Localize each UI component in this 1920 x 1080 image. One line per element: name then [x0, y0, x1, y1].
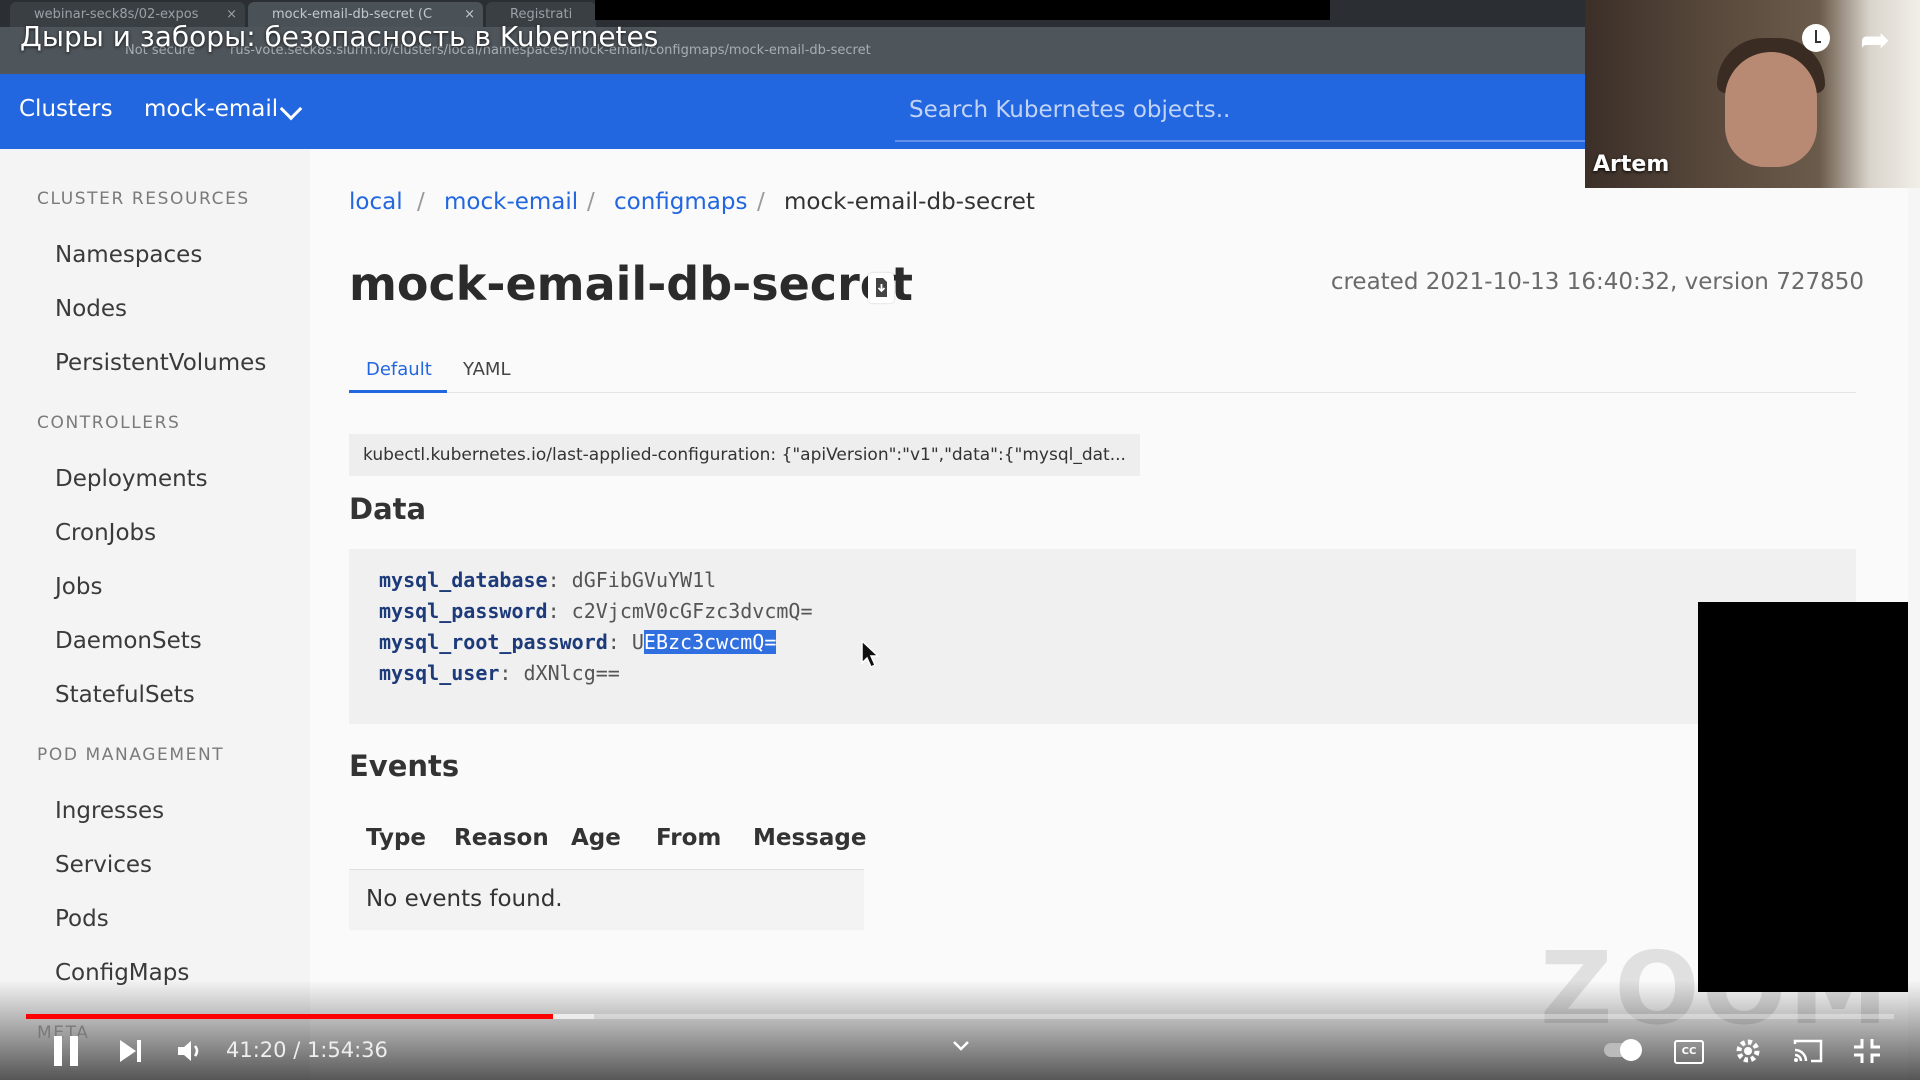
settings-icon[interactable] [1733, 1036, 1763, 1066]
data-value[interactable]: U [632, 630, 644, 654]
namespace-selector[interactable]: mock-email [144, 96, 278, 122]
data-entry: mysql_root_password: UEBzc3cwcmQ= [379, 630, 777, 654]
watch-later-icon[interactable] [1802, 24, 1830, 52]
presenter-face [1725, 52, 1817, 167]
sidebar-item-daemonsets[interactable]: DaemonSets [55, 628, 202, 654]
progress-played [26, 1014, 553, 1019]
sidebar-item-cronjobs[interactable]: CronJobs [55, 520, 156, 546]
data-value[interactable]: c2VjcmV0cGFzc3dvcmQ= [572, 599, 813, 623]
column-header-age[interactable]: Age [571, 825, 621, 851]
active-tab-indicator [349, 390, 447, 393]
breadcrumb-separator: / [587, 189, 595, 215]
breadcrumb-separator: / [757, 189, 765, 215]
clusters-link[interactable]: Clusters [19, 96, 113, 122]
events-heading: Events [349, 749, 460, 783]
sidebar-heading: CONTROLLERS [37, 413, 181, 433]
data-value[interactable]: dGFibGVuYW1l [572, 568, 717, 592]
sidebar-heading: CLUSTER RESOURCES [37, 189, 250, 209]
breadcrumb-configmaps[interactable]: configmaps [614, 189, 747, 215]
sidebar-item-namespaces[interactable]: Namespaces [55, 242, 202, 268]
app-header: Clusters mock-email [0, 74, 1585, 149]
sidebar-item-pods[interactable]: Pods [55, 906, 109, 932]
video-title[interactable]: Дыры и заборы: безопасность в Kubernetes [20, 20, 658, 53]
breadcrumb-local[interactable]: local [349, 189, 403, 215]
search-input[interactable] [907, 92, 1511, 128]
sidebar-item-jobs[interactable]: Jobs [55, 574, 102, 600]
mouse-cursor-icon [861, 639, 880, 669]
empty-message: No events found. [366, 886, 563, 912]
created-info: created 2021-10-13 16:40:32, version 727… [1330, 269, 1864, 295]
autoplay-toggle[interactable] [1604, 1039, 1642, 1061]
download-icon[interactable] [868, 273, 894, 303]
sidebar-item-ingresses[interactable]: Ingresses [55, 798, 164, 824]
data-key: mysql_root_password [379, 630, 608, 654]
tab-default[interactable]: Default [366, 359, 432, 380]
cast-icon[interactable] [1792, 1038, 1824, 1064]
column-header-reason[interactable]: Reason [454, 825, 549, 851]
events-table: Type Reason Age From Message No events f… [349, 809, 866, 930]
sidebar-item-services[interactable]: Services [55, 852, 152, 878]
data-entry: mysql_user: dXNlcg== [379, 661, 620, 685]
table-row-empty: No events found. [349, 870, 864, 930]
tabs-divider [349, 392, 1856, 393]
share-icon[interactable]: ➦ [1860, 20, 1890, 61]
data-key: mysql_password [379, 599, 548, 623]
search-box[interactable] [895, 74, 1585, 142]
annotation-chip[interactable]: kubectl.kubernetes.io/last-applied-confi… [349, 434, 1140, 476]
sidebar-item-nodes[interactable]: Nodes [55, 296, 127, 322]
data-key: mysql_database [379, 568, 548, 592]
player-controls-bg [0, 980, 1920, 1080]
captions-icon[interactable]: CC [1674, 1040, 1704, 1064]
redaction-bar [595, 0, 1330, 20]
chevron-down-icon[interactable] [279, 97, 303, 121]
sidebar-item-persistentvolumes[interactable]: PersistentVolumes [55, 350, 266, 376]
chevron-down-icon[interactable] [952, 1040, 970, 1052]
pause-icon[interactable] [54, 1036, 78, 1066]
breadcrumb-namespace[interactable]: mock-email [444, 189, 578, 215]
sidebar: CLUSTER RESOURCES Namespaces Nodes Persi… [0, 149, 310, 1080]
data-code-block: mysql_database: dGFibGVuYW1l mysql_passw… [349, 549, 1856, 724]
column-header-type[interactable]: Type [366, 825, 426, 851]
page-title: mock-email-db-secret [349, 257, 913, 311]
tab-yaml[interactable]: YAML [463, 359, 510, 380]
breadcrumb-current: mock-email-db-secret [784, 189, 1035, 215]
column-header-from[interactable]: From [656, 825, 721, 851]
sidebar-item-deployments[interactable]: Deployments [55, 466, 208, 492]
presenter-name: Artem [1593, 152, 1670, 177]
volume-icon[interactable] [176, 1037, 206, 1065]
data-value[interactable]: dXNlcg== [524, 661, 620, 685]
time-display: 41:20 / 1:54:36 [226, 1038, 388, 1062]
selected-text[interactable]: EBzc3cwcmQ= [643, 630, 777, 654]
data-key: mysql_user [379, 661, 500, 685]
column-header-message[interactable]: Message [753, 825, 866, 851]
data-entry: mysql_password: c2VjcmV0cGFzc3dvcmQ= [379, 599, 813, 623]
breadcrumb-separator: / [417, 189, 425, 215]
table-header: Type Reason Age From Message [349, 809, 866, 870]
data-heading: Data [349, 492, 427, 526]
page-edge [1908, 188, 1920, 1080]
sidebar-item-statefulsets[interactable]: StatefulSets [55, 682, 195, 708]
next-icon[interactable] [118, 1037, 144, 1065]
data-entry: mysql_database: dGFibGVuYW1l [379, 568, 717, 592]
exit-fullscreen-icon[interactable] [1852, 1037, 1882, 1065]
sidebar-heading: POD MANAGEMENT [37, 745, 225, 765]
